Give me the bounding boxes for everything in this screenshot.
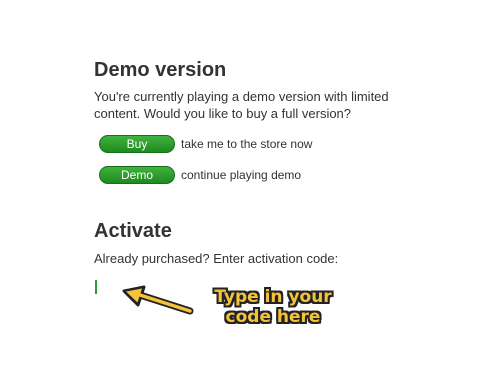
left-pointing-arrow-icon bbox=[122, 285, 194, 315]
demo-description: You're currently playing a demo version … bbox=[94, 89, 389, 121]
buy-button[interactable]: Buy bbox=[99, 135, 175, 153]
text-caret bbox=[95, 280, 97, 294]
hint-line-2: code here bbox=[225, 307, 321, 327]
demo-button[interactable]: Demo bbox=[99, 166, 175, 184]
hint-line-1: Type in your bbox=[214, 287, 332, 307]
activate-section-title: Activate bbox=[94, 220, 172, 242]
demo-row: Demo continue playing demo bbox=[99, 166, 301, 184]
activate-description: Already purchased? Enter activation code… bbox=[94, 251, 339, 266]
hint-callout: Type in your code here bbox=[198, 287, 348, 327]
buy-row: Buy take me to the store now bbox=[99, 135, 312, 153]
demo-section-title: Demo version bbox=[94, 59, 227, 81]
buy-caption: take me to the store now bbox=[181, 137, 313, 151]
demo-caption: continue playing demo bbox=[181, 168, 302, 182]
